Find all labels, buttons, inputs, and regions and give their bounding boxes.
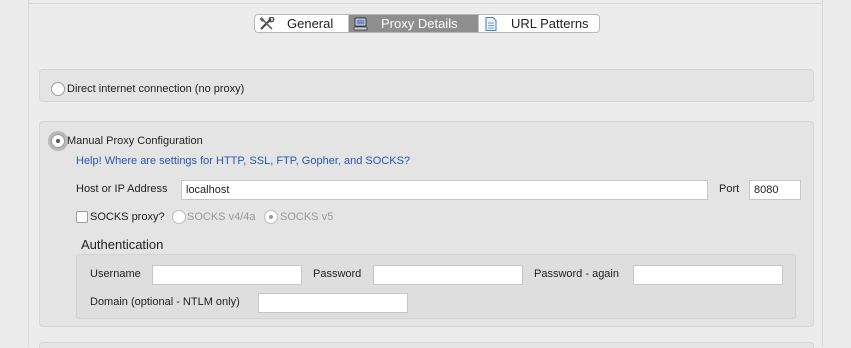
socks-v4-label[interactable]: SOCKS v4/4a <box>187 211 255 223</box>
username-label: Username <box>90 268 141 280</box>
tab-label: General <box>287 16 334 31</box>
password-label: Password <box>313 268 362 280</box>
domain-input[interactable] <box>258 293 408 313</box>
password-again-input[interactable] <box>633 265 783 285</box>
socks-v5-radio[interactable] <box>264 210 278 224</box>
port-label: Port <box>719 183 740 195</box>
host-label: Host or IP Address <box>76 183 168 195</box>
authentication-panel <box>76 254 796 319</box>
username-input[interactable] <box>152 265 302 285</box>
manual-proxy-label[interactable]: Manual Proxy Configuration <box>67 135 203 147</box>
direct-connection-label[interactable]: Direct internet connection (no proxy) <box>67 83 244 95</box>
next-section-edge <box>39 342 814 348</box>
tools-icon <box>259 16 275 31</box>
tab-proxy-details[interactable]: Proxy Details <box>348 15 478 32</box>
help-link[interactable]: Help! Where are settings for HTTP, SSL, … <box>76 155 410 167</box>
port-input[interactable]: 8080 <box>749 180 801 200</box>
password-again-label: Password - again <box>534 268 619 280</box>
socks-v4-radio[interactable] <box>172 210 186 224</box>
tab-general[interactable]: General <box>255 15 348 32</box>
domain-label: Domain (optional - NTLM only) <box>90 296 240 308</box>
socks-v5-label[interactable]: SOCKS v5 <box>280 211 333 223</box>
authentication-title: Authentication <box>81 237 164 252</box>
direct-connection-radio[interactable] <box>51 82 65 96</box>
top-divider <box>28 0 823 4</box>
host-input[interactable]: localhost <box>181 180 708 200</box>
tab-label: Proxy Details <box>381 16 458 31</box>
document-icon <box>483 16 499 31</box>
socks-proxy-label[interactable]: SOCKS proxy? <box>90 211 165 223</box>
manual-proxy-radio[interactable] <box>51 134 65 148</box>
tab-url-patterns[interactable]: URL Patterns <box>478 15 599 32</box>
tab-label: URL Patterns <box>511 16 589 31</box>
tab-bar: General Proxy Details URL Patterns <box>254 14 600 33</box>
password-input[interactable] <box>373 265 523 285</box>
socks-proxy-checkbox[interactable] <box>76 211 88 223</box>
computer-icon <box>353 17 369 31</box>
